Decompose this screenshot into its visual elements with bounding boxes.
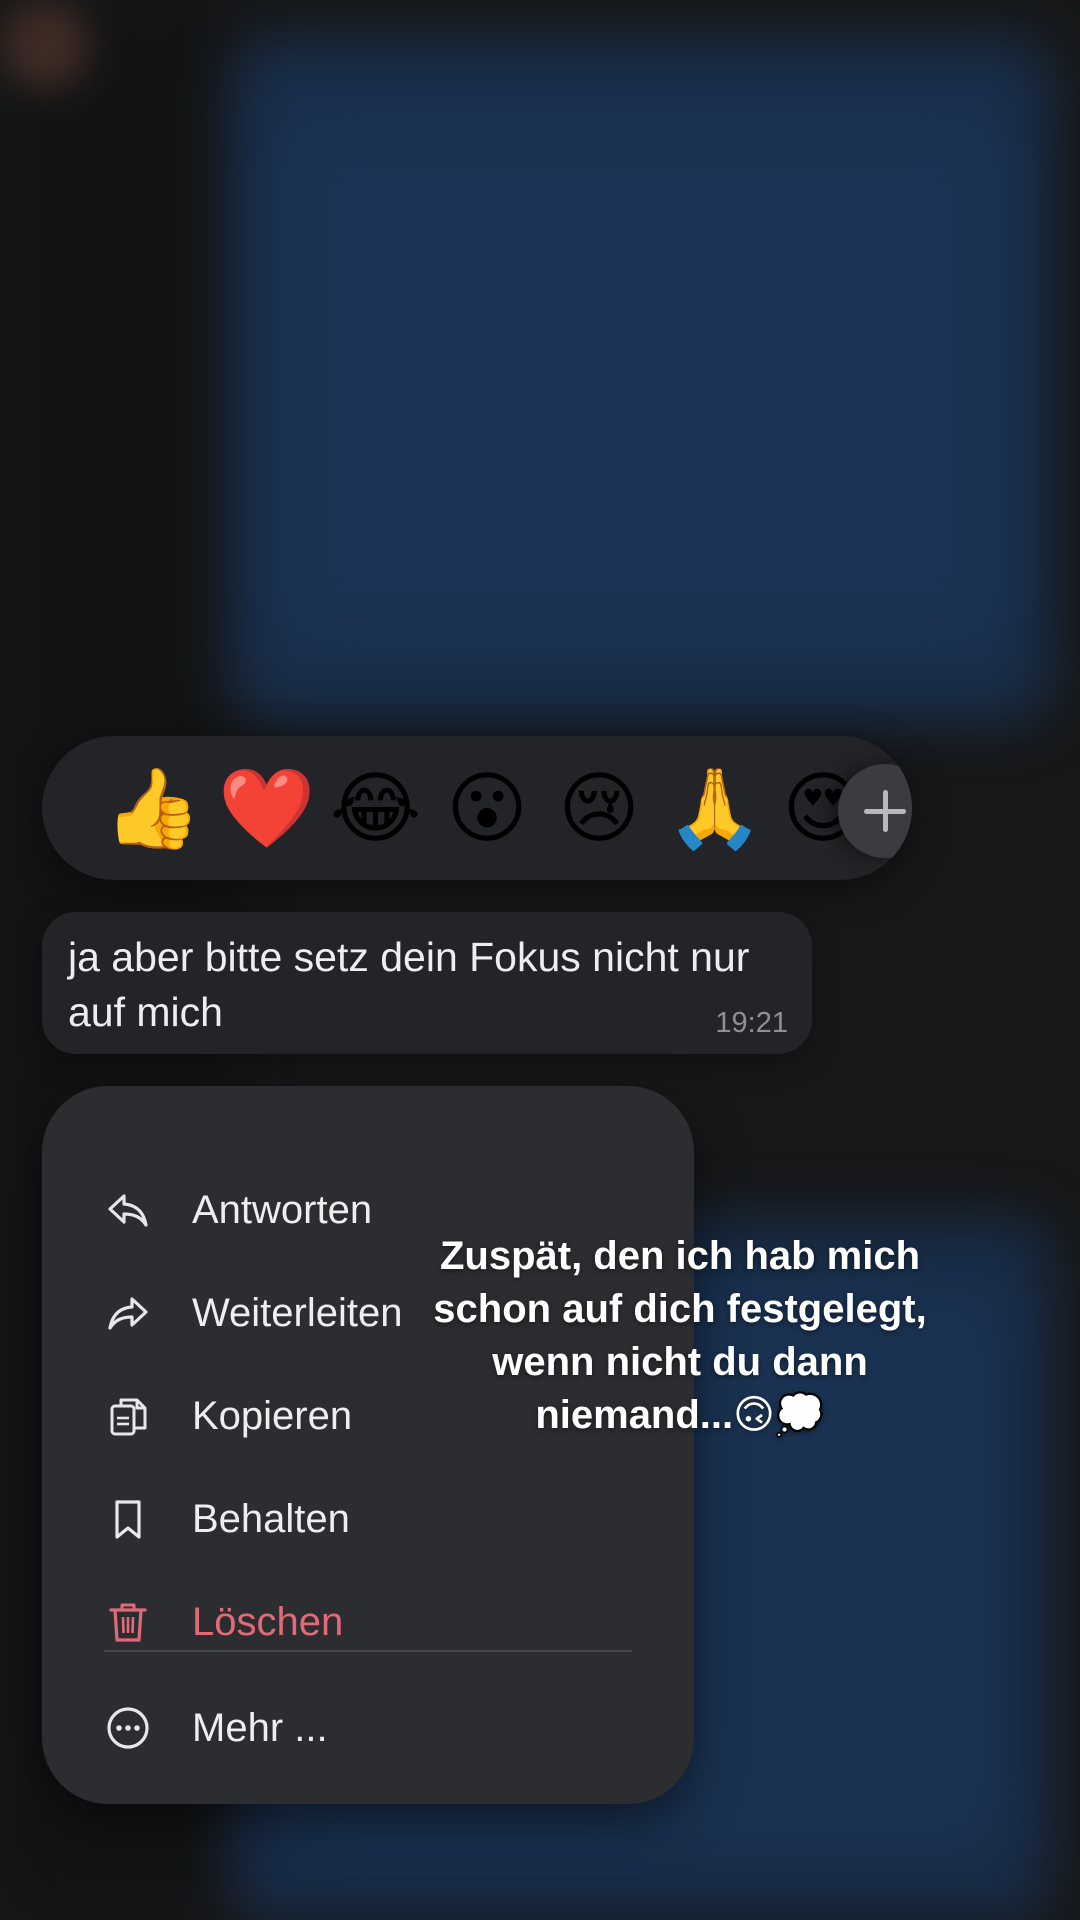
- reply-icon: [108, 1194, 148, 1227]
- caption-overlay: Zuspät, den ich hab mich schon auf dich …: [433, 1234, 927, 1437]
- menu-item-more[interactable]: Mehr ...: [42, 1680, 694, 1776]
- menu-label-delete: Löschen: [192, 1600, 344, 1644]
- reaction-pray[interactable]: 🙏: [666, 764, 763, 854]
- message-time: 19:21: [715, 1007, 788, 1039]
- reaction-bar: 👍 ❤️ 😂 😮 😢 🙏 😍: [42, 736, 912, 880]
- more-icon: [107, 1707, 149, 1749]
- menu-item-keep[interactable]: Behalten: [42, 1471, 694, 1567]
- context-menu: Antworten Weiterleiten Kopieren Behalten: [42, 1086, 694, 1804]
- screen: 👍 ❤️ 😂 😮 😢 🙏 😍 ja aber bitte setz dein F…: [0, 0, 1080, 1920]
- copy-icon: [110, 1398, 147, 1436]
- menu-label-reply: Antworten: [192, 1188, 373, 1232]
- reaction-thumbs-up[interactable]: 👍: [104, 764, 201, 854]
- trash-icon: [109, 1603, 147, 1642]
- reaction-surprised[interactable]: 😮: [442, 764, 532, 854]
- reaction-sad[interactable]: 😢: [554, 764, 644, 854]
- reaction-laughing[interactable]: 😂: [330, 764, 421, 854]
- forward-icon: [108, 1297, 148, 1330]
- menu-item-delete[interactable]: Löschen: [42, 1574, 694, 1670]
- menu-label-more: Mehr ...: [192, 1706, 328, 1750]
- menu-label-keep: Behalten: [192, 1497, 350, 1541]
- reaction-heart[interactable]: ❤️: [218, 764, 315, 854]
- menu-label-forward: Weiterleiten: [192, 1291, 403, 1335]
- message-text: ja aber bitte setz dein Fokus nicht nur …: [68, 934, 750, 1035]
- menu-label-copy: Kopieren: [192, 1394, 353, 1438]
- menu-divider: [104, 1650, 632, 1652]
- message-bubble: ja aber bitte setz dein Fokus nicht nur …: [42, 912, 812, 1054]
- bookmark-icon: [115, 1500, 141, 1539]
